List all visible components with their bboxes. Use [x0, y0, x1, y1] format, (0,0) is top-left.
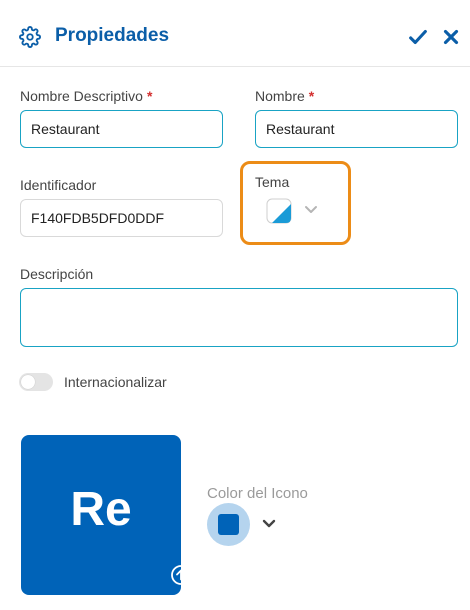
gear-icon	[19, 26, 41, 48]
description-field[interactable]	[20, 288, 458, 347]
close-icon	[443, 29, 459, 45]
check-icon	[409, 29, 427, 45]
close-button[interactable]	[440, 26, 462, 48]
internationalize-label: Internacionalizar	[64, 374, 167, 390]
icon-color-swatch	[218, 514, 239, 535]
theme-swatch[interactable]	[266, 198, 292, 224]
name-field[interactable]: Restaurant	[255, 110, 458, 148]
app-icon-preview: Re	[21, 435, 191, 595]
name-label-text: Nombre	[255, 88, 305, 104]
page-title: Propiedades	[55, 25, 170, 46]
upload-icon[interactable]	[170, 564, 192, 586]
confirm-button[interactable]	[407, 26, 429, 48]
required-mark: *	[308, 88, 315, 104]
identifier-field[interactable]: F140FDB5DFD0DDF	[20, 199, 223, 237]
chevron-down-icon[interactable]	[304, 205, 318, 215]
icon-initials: Re	[70, 482, 132, 536]
toggle-knob	[21, 375, 35, 389]
descriptive-name-label-text: Nombre Descriptivo	[20, 88, 143, 104]
description-label: Descripción	[20, 266, 94, 282]
descriptive-name-label: Nombre Descriptivo *	[20, 88, 152, 104]
properties-header: Propiedades	[0, 0, 470, 67]
descriptive-name-field[interactable]: Restaurant	[20, 110, 223, 148]
icon-color-picker[interactable]	[207, 503, 250, 546]
internationalize-toggle[interactable]	[19, 373, 53, 391]
required-mark: *	[146, 88, 153, 104]
icon-color-label: Color del Icono	[207, 485, 308, 502]
theme-label: Tema	[255, 174, 290, 190]
chevron-down-icon[interactable]	[262, 519, 276, 529]
name-label: Nombre *	[255, 88, 314, 104]
identifier-label: Identificador	[20, 177, 97, 193]
